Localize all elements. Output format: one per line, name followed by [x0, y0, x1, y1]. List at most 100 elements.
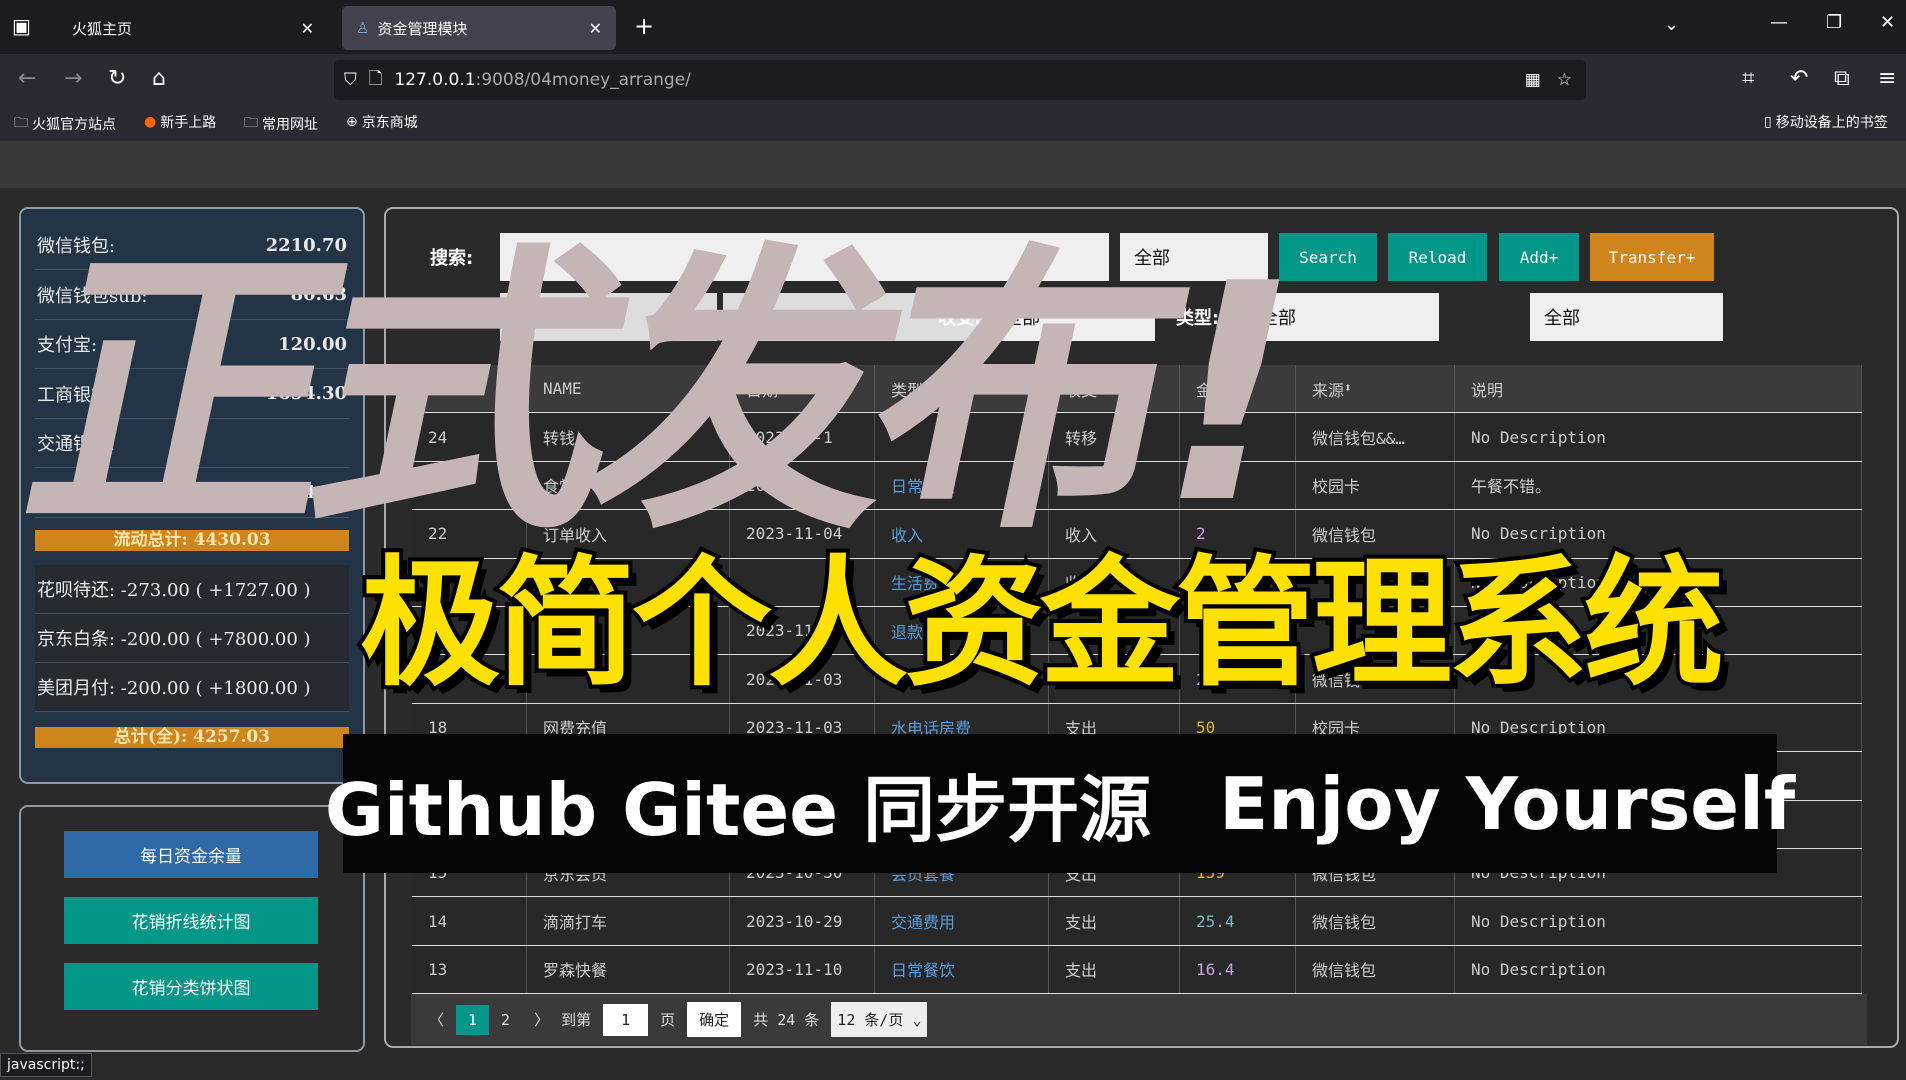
menu-icon[interactable]: ≡ — [1878, 66, 1896, 91]
phone-icon: ▯ — [1764, 114, 1772, 130]
table-cell: 交通费用 — [875, 897, 1049, 945]
overlay-headline: 正式发布! — [3, 220, 1315, 569]
bookmark-item[interactable]: ⊕ 京东商城 — [346, 112, 418, 132]
table-row: 14 滴滴打车 2023-10-29 交通费用 支出 25.4 微信钱包 No Descrip… — [412, 897, 1862, 946]
globe-icon: ⊕ — [346, 114, 358, 130]
table-cell: 日常餐饮 — [875, 945, 1049, 994]
daily-balance-button[interactable]: 每日资金余量 — [64, 831, 318, 878]
credit-row: 花呗待还: -273.00 ( +1727.00 ) — [35, 565, 349, 614]
mobile-bookmarks[interactable]: ▯ 移动设备上的书签 — [1764, 112, 1888, 132]
page-input[interactable]: 1 — [603, 1003, 649, 1036]
folder-icon: 🗀 — [244, 115, 258, 131]
tab-bar: ▣ 火狐主页 ✕ ♙ 资金管理模块 ✕ + ⌄ — ❐ ✕ — [0, 0, 1906, 54]
per-page-value: 12 条/页 — [837, 1011, 904, 1029]
folder-icon: 🗀 — [14, 115, 28, 131]
sort-icon[interactable]: ⬍ — [1344, 381, 1352, 396]
pie-chart-button[interactable]: 花销分类饼状图 — [64, 963, 318, 1010]
table-cell: 25.4 — [1180, 897, 1296, 945]
firefox-icon: ● — [144, 114, 157, 130]
bookmarks-bar: 🗀 火狐官方站点 ● 新手上路 🗀 常用网址 ⊕ 京东商城 ▯ 移动设备上的书签 — [0, 107, 1906, 138]
bookmark-label: 常用网址 — [262, 117, 318, 133]
source-select[interactable]: 全部 — [1530, 293, 1723, 341]
bookmark-label: 京东商城 — [361, 115, 418, 131]
favicon-icon: ♙ — [356, 19, 370, 37]
table-cell: No Description — [1455, 413, 1862, 461]
table-cell: 滴滴打车 — [527, 897, 730, 945]
banner-right-text: Enjoy Yourself — [1219, 761, 1796, 846]
forward-icon[interactable]: → — [64, 66, 82, 91]
bookmark-item[interactable]: 🗀 常用网址 — [244, 112, 318, 136]
reload-button[interactable]: Reload — [1388, 233, 1487, 281]
bookmark-label: 移动设备上的书签 — [1775, 115, 1888, 131]
transfer-button[interactable]: Transfer+ — [1590, 233, 1714, 281]
tab-label: 火狐主页 — [72, 19, 133, 38]
table-cell: 支出 — [1049, 945, 1180, 994]
shield-icon: ⛉ — [344, 70, 357, 90]
table-cell: No Description — [1455, 945, 1862, 994]
table-cell: No Description — [1455, 897, 1862, 945]
add-button[interactable]: Add+ — [1499, 233, 1579, 281]
tab-firefox-home[interactable]: 火狐主页 ✕ — [58, 6, 328, 50]
credit-row: 京东白条: -200.00 ( +7800.00 ) — [35, 614, 349, 663]
table-cell: 微信钱包 — [1296, 945, 1455, 994]
prev-page-icon[interactable]: 〈 — [429, 1009, 444, 1030]
bookmark-label: 新手上路 — [160, 115, 217, 131]
page-unit-label: 页 — [660, 1011, 676, 1029]
line-chart-button[interactable]: 花销折线统计图 — [64, 897, 318, 944]
table-cell: 罗森快餐 — [527, 945, 730, 994]
bookmark-item[interactable]: ● 新手上路 — [144, 112, 216, 132]
minimize-icon[interactable]: — — [1770, 12, 1788, 33]
goto-label: 到第 — [561, 1011, 592, 1029]
column-header[interactable]: 说明 — [1455, 365, 1862, 413]
back-icon[interactable]: ← — [18, 66, 36, 91]
table-cell: 微信钱包&&… — [1296, 413, 1455, 461]
per-page-select[interactable]: 12 条/页 ⌄ — [831, 1002, 928, 1037]
url-bar[interactable]: ⛉ 🗋 127.0.0.1:9008/04money_arrange/ ▦ ☆ — [334, 60, 1586, 100]
chart-buttons-panel: 每日资金余量 花销折线统计图 花销分类饼状图 — [19, 805, 365, 1052]
home-icon[interactable]: ⌂ — [152, 66, 166, 91]
undo-icon[interactable]: ↶ — [1790, 66, 1808, 91]
table-cell: 14 — [412, 897, 527, 945]
next-page-icon[interactable]: 〉 — [534, 1009, 549, 1030]
table-cell: 支出 — [1049, 897, 1180, 945]
table-cell: 2023-11-10 — [730, 945, 875, 994]
bookmark-item[interactable]: 🗀 火狐官方站点 — [14, 112, 116, 136]
reload-icon[interactable]: ↻ — [108, 66, 126, 91]
screenshot-icon[interactable]: ⌗ — [1742, 66, 1754, 91]
page-header-strip — [0, 141, 1906, 188]
page-2-button[interactable]: 2 — [501, 1011, 510, 1029]
overlay-banner: Github Gitee 同步开源 Enjoy Yourself — [325, 734, 1795, 873]
tab-list-icon[interactable]: ▣ — [12, 14, 31, 38]
overlay-title: 极简个人资金管理系统 — [356, 539, 1728, 710]
page-icon: 🗋 — [368, 68, 383, 89]
extensions-icon[interactable]: ⧉ — [1834, 66, 1850, 91]
total-count: 共 24 条 — [753, 1011, 820, 1029]
column-header[interactable]: 来源 ⬍ — [1296, 365, 1455, 413]
banner-left-text: Github Gitee 同步开源 — [324, 768, 1152, 852]
pagination: 〈 1 2 〉 到第 1 页 确定 共 24 条 12 条/页 ⌄ — [411, 994, 1867, 1045]
url-host: 127.0.0.1 — [394, 70, 476, 90]
bookmark-label: 火狐官方站点 — [32, 117, 116, 133]
chevron-down-icon[interactable]: ⌄ — [1664, 14, 1679, 35]
table-cell: 校园卡 — [1296, 461, 1455, 510]
table-cell: 午餐不错。 — [1455, 461, 1862, 510]
confirm-button[interactable]: 确定 — [687, 1002, 742, 1037]
url-path: :9008/04money_arrange/ — [475, 70, 691, 90]
grand-total: 总计(全): 4257.03 — [35, 727, 349, 748]
table-row: 13 罗森快餐 2023-11-10 日常餐饮 支出 16.4 微信钱包 No Descrip… — [412, 945, 1862, 995]
qr-code-icon[interactable]: ▦ — [1525, 70, 1541, 90]
star-icon[interactable]: ☆ — [1557, 70, 1572, 90]
tab-money[interactable]: ♙ 资金管理模块 ✕ — [342, 6, 616, 50]
status-bar: javascript:; — [0, 1053, 92, 1077]
new-tab-icon[interactable]: + — [634, 12, 654, 40]
table-cell: 微信钱包 — [1296, 897, 1455, 945]
restore-icon[interactable]: ❐ — [1826, 12, 1842, 33]
window-close-icon[interactable]: ✕ — [1880, 12, 1895, 33]
close-icon[interactable]: ✕ — [301, 19, 314, 38]
table-cell: 13 — [412, 945, 527, 994]
tab-label: 资金管理模块 — [377, 19, 468, 38]
credit-row: 美团月付: -200.00 ( +1800.00 ) — [35, 663, 349, 712]
page-1-button[interactable]: 1 — [456, 1004, 490, 1035]
table-cell: 2023-10-29 — [730, 897, 875, 945]
close-icon[interactable]: ✕ — [589, 19, 602, 38]
